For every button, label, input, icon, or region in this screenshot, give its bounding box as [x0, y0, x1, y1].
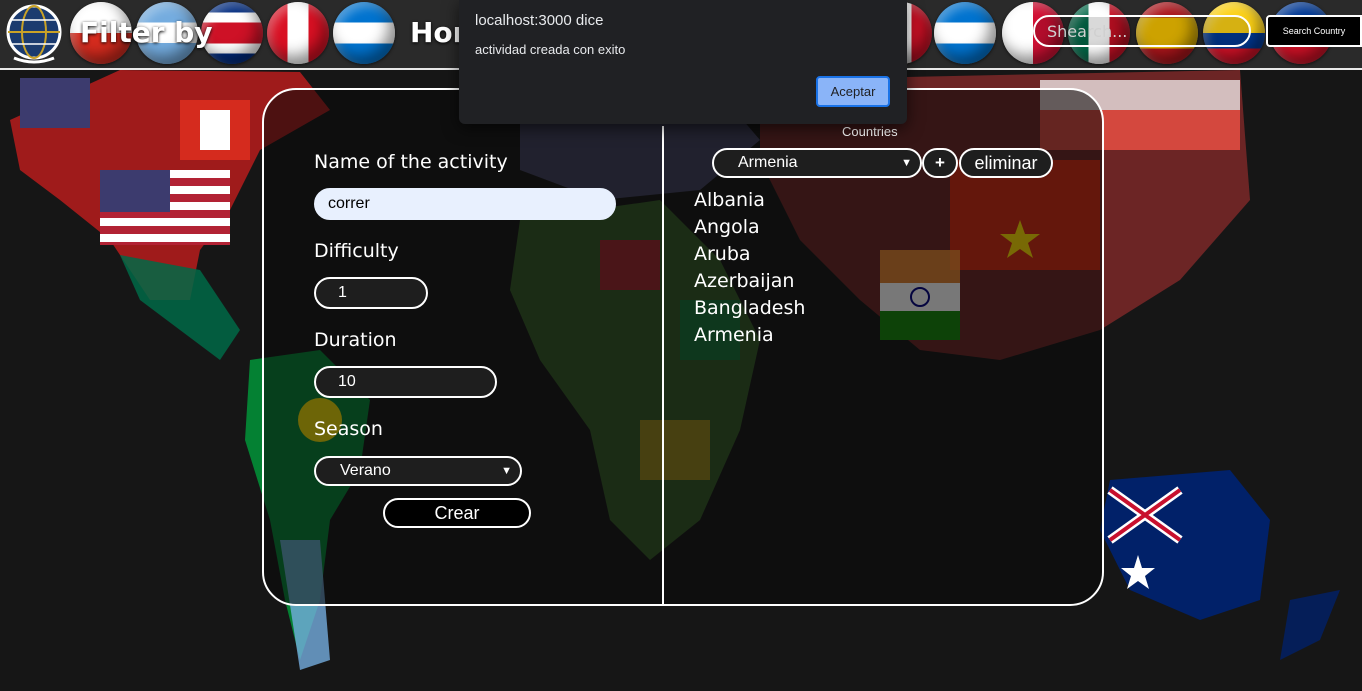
selected-countries-list: Albania Angola Aruba Azerbaijan Banglade… [694, 187, 805, 349]
list-item: Albania [694, 189, 765, 211]
chevron-down-icon: ▼ [901, 157, 912, 169]
chevron-down-icon: ▼ [501, 465, 512, 477]
list-item: Aruba [694, 243, 751, 265]
create-button[interactable]: Crear [383, 498, 531, 528]
remove-country-button[interactable]: eliminar [959, 148, 1053, 178]
difficulty-input[interactable] [314, 277, 428, 309]
flag-peru-icon[interactable] [267, 2, 329, 64]
create-activity-form: Name of the activity Difficulty Duration… [262, 88, 1104, 606]
duration-input[interactable] [314, 366, 497, 398]
globe-icon[interactable] [4, 2, 68, 66]
search-country-button[interactable]: Search Country [1266, 15, 1362, 47]
list-item: Bangladesh [694, 297, 806, 319]
activity-name-input[interactable] [314, 188, 616, 220]
list-item: Azerbaijan [694, 270, 795, 292]
dialog-ok-button[interactable]: Aceptar [816, 76, 890, 107]
country-selected-value: Armenia [738, 154, 798, 171]
season-select[interactable]: Verano ▼ [314, 456, 522, 486]
name-label: Name of the activity [314, 151, 508, 173]
flag-honduras-icon[interactable] [934, 2, 996, 64]
column-divider [662, 126, 664, 604]
flag-honduras-icon[interactable] [333, 2, 395, 64]
add-country-button[interactable]: + [922, 148, 958, 178]
season-selected-value: Verano [340, 462, 391, 479]
list-item: Armenia [694, 324, 774, 346]
alert-dialog: localhost:3000 dice actividad creada con… [459, 0, 907, 124]
season-label: Season [314, 418, 383, 440]
dialog-title: localhost:3000 dice [475, 12, 604, 29]
difficulty-label: Difficulty [314, 240, 399, 262]
search-input[interactable] [1033, 15, 1251, 47]
brand-title: Filter by [80, 16, 213, 49]
country-select[interactable]: Armenia ▼ [712, 148, 922, 178]
dialog-message: actividad creada con exito [475, 42, 626, 57]
duration-label: Duration [314, 329, 397, 351]
countries-label: Countries [842, 124, 898, 139]
list-item: Angola [694, 216, 760, 238]
